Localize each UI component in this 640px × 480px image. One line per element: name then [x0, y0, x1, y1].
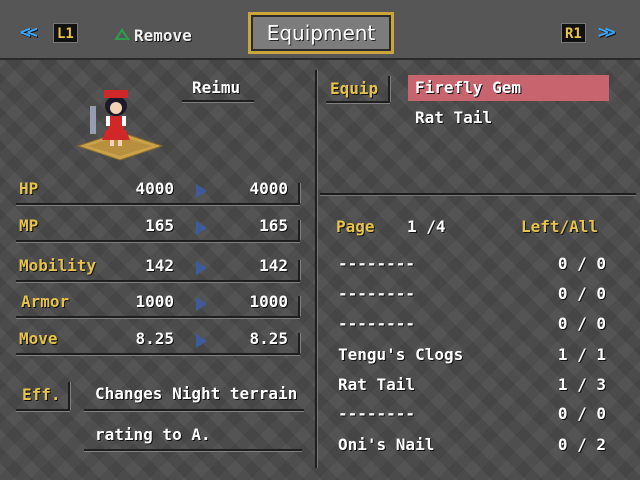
l1-button-badge[interactable]: L1 [53, 23, 78, 43]
list-item[interactable]: -------- 0 / 0 [338, 404, 606, 426]
stat-new-move: 8.25 [249, 329, 288, 348]
item-count: 0 / 0 [557, 314, 606, 333]
list-item[interactable]: Rat Tail 1 / 3 [338, 375, 606, 397]
page-title: Equipment [266, 21, 376, 45]
equip-label: Equip [330, 79, 379, 98]
equipment-screen: << L1 Remove Equipment R1 >> Reimu HP 40… [0, 0, 640, 480]
item-name: -------- [338, 404, 416, 423]
list-item[interactable]: -------- 0 / 0 [338, 284, 606, 306]
stat-new-armor: 1000 [249, 292, 288, 311]
stat-new-hp: 4000 [249, 179, 288, 198]
item-name: -------- [338, 254, 416, 273]
item-name: Oni's Nail [338, 435, 435, 454]
item-count: 0 / 0 [557, 404, 606, 423]
page-label: Page [336, 217, 375, 236]
list-item[interactable]: Tengu's Clogs 1 / 1 [338, 345, 606, 367]
item-count: 0 / 0 [557, 284, 606, 303]
stat-label-hp: HP [19, 179, 39, 198]
item-count: 0 / 0 [557, 254, 606, 273]
item-name: Tengu's Clogs [338, 345, 464, 364]
item-name: -------- [338, 314, 416, 333]
character-name: Reimu [192, 78, 241, 97]
item-count: 0 / 2 [557, 435, 606, 454]
stat-current-mp: 165 [145, 216, 174, 235]
right-panel-divider [320, 193, 636, 195]
stat-current-mobility: 142 [145, 256, 174, 275]
arrow-right-icon [196, 334, 207, 348]
triangle-button-icon [114, 28, 130, 40]
equip-slot-1[interactable]: Firefly Gem [415, 78, 521, 97]
item-name: -------- [338, 284, 416, 303]
remove-label: Remove [134, 25, 192, 45]
double-right-arrow-icon[interactable]: >> [598, 22, 616, 43]
stat-label-mobility: Mobility [19, 256, 97, 275]
top-bar: << L1 Remove Equipment R1 >> [0, 0, 640, 60]
reimu-sprite [76, 90, 164, 161]
stat-label-armor: Armor [21, 292, 70, 311]
effect-text-line-2: rating to A. [95, 425, 211, 444]
list-item[interactable]: -------- 0 / 0 [338, 254, 606, 276]
equipment-tab[interactable]: Equipment [248, 12, 394, 54]
equip-slot-2[interactable]: Rat Tail [415, 108, 492, 127]
arrow-right-icon [196, 261, 207, 275]
arrow-right-icon [196, 297, 207, 311]
arrow-right-icon [196, 184, 207, 198]
item-name: Rat Tail [338, 375, 416, 394]
item-count: 1 / 3 [557, 375, 606, 394]
center-divider [315, 70, 317, 468]
stat-current-armor: 1000 [135, 292, 174, 311]
stat-label-move: Move [19, 329, 58, 348]
stat-label-mp: MP [19, 216, 39, 235]
r1-button-badge[interactable]: R1 [561, 23, 586, 43]
arrow-right-icon [196, 221, 207, 235]
effect-label: Eff. [22, 385, 61, 404]
page-number: 1 /4 [407, 217, 446, 236]
double-left-arrow-icon[interactable]: << [20, 22, 38, 43]
item-count: 1 / 1 [557, 345, 606, 364]
stat-current-move: 8.25 [135, 329, 174, 348]
left-all-label: Left/All [521, 217, 599, 236]
list-item[interactable]: -------- 0 / 0 [338, 314, 606, 336]
list-item[interactable]: Oni's Nail 0 / 2 [338, 435, 606, 457]
remove-button[interactable]: Remove [114, 24, 192, 46]
effect-text-line-1: Changes Night terrain [95, 384, 298, 403]
stat-new-mobility: 142 [259, 256, 288, 275]
stat-new-mp: 165 [259, 216, 288, 235]
stat-current-hp: 4000 [135, 179, 174, 198]
